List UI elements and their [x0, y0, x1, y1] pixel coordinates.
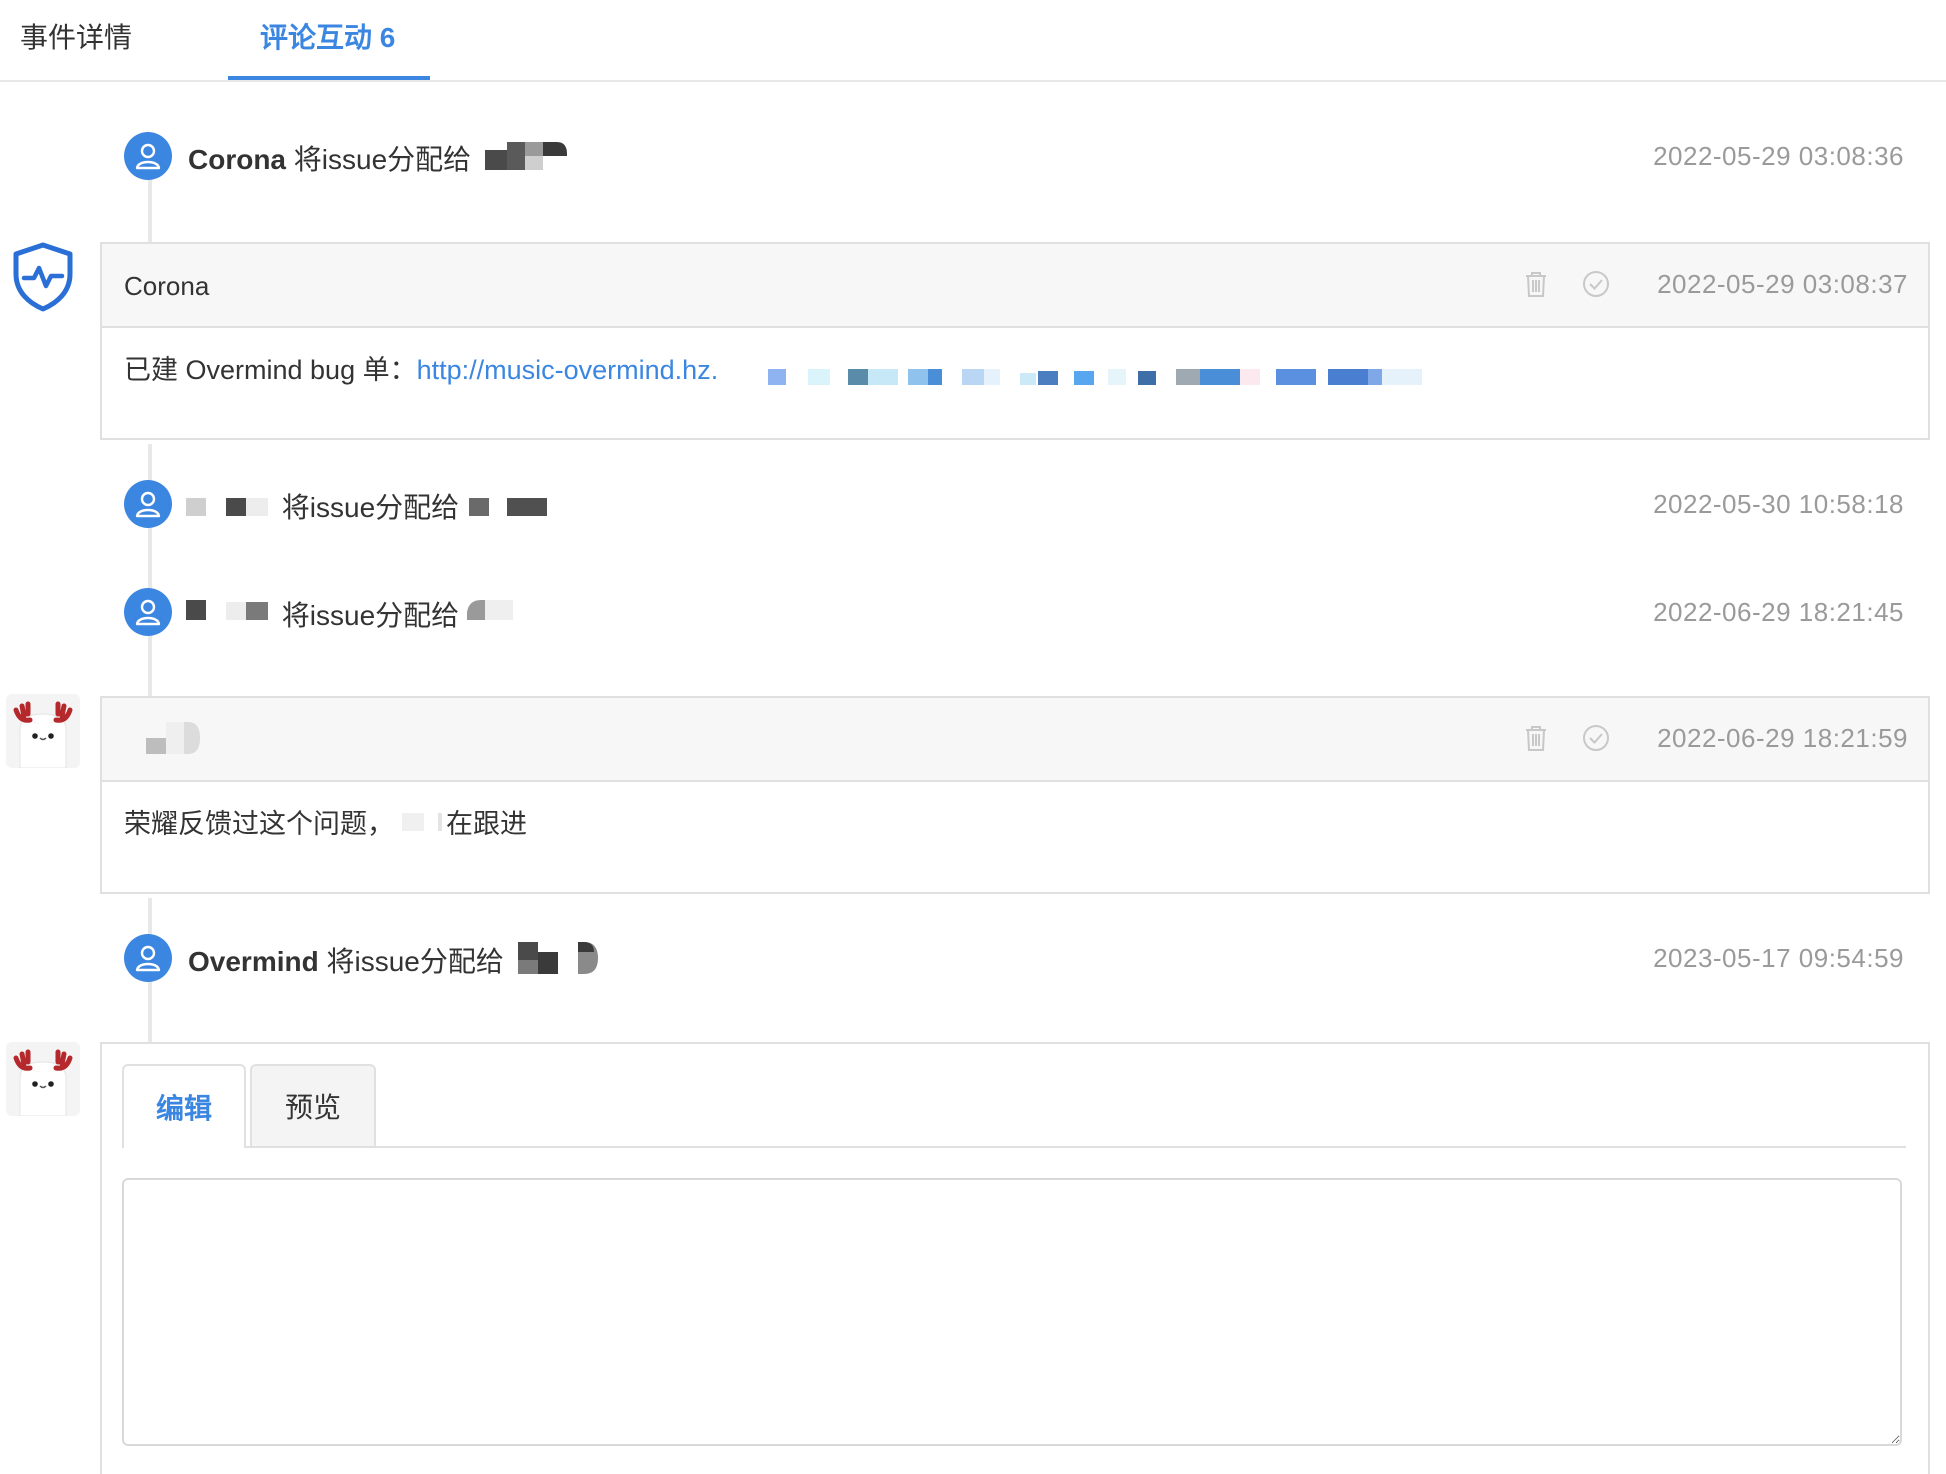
redacted-name [467, 484, 567, 535]
event-action: 将issue分配给 [281, 599, 460, 631]
tab-comments[interactable]: 评论互动 6 [260, 18, 395, 58]
event-timestamp: 2022-06-29 18:21:45 [1653, 597, 1904, 627]
tab-edit[interactable]: 编辑 [122, 1064, 246, 1148]
comment-header: 2022-06-29 18:21:59 [102, 698, 1928, 782]
trash-icon[interactable] [1520, 268, 1552, 300]
tab-event-details[interactable]: 事件详情 [20, 18, 132, 58]
comment-timestamp: 2022-06-29 18:21:59 [1657, 723, 1908, 753]
editor-tab-bar: 编辑 预览 [122, 1064, 1906, 1148]
event-text: 将issue分配给 [184, 592, 517, 643]
comment-text: 已建 Overmind bug 单： [124, 355, 417, 385]
event-timestamp: 2022-05-30 10:58:18 [1653, 489, 1904, 519]
event-action: 将issue分配给 [293, 143, 472, 175]
comment-body: 荣耀反馈过这个问题， 在跟进 [102, 782, 1928, 892]
event-timestamp: 2022-05-29 03:08:36 [1653, 141, 1904, 171]
event-timestamp: 2023-05-17 09:54:59 [1653, 943, 1904, 973]
redacted-name [517, 938, 602, 989]
moose-avatar-icon [6, 694, 80, 769]
active-tab-indicator [228, 76, 430, 80]
redacted-name [398, 805, 442, 846]
redacted-link-tail [768, 360, 1572, 385]
redacted-actor [184, 592, 274, 643]
comment-card: Corona 2022-05-29 03:08:37 已建 Overmind b… [100, 242, 1930, 440]
event-text: Corona 将issue分配给 [188, 136, 567, 187]
redacted-name [484, 136, 567, 187]
comment-editor: 编辑 预览 [100, 1042, 1930, 1474]
event-text: 将issue分配给 [184, 484, 567, 535]
shield-pulse-icon [6, 240, 80, 314]
redacted-actor [184, 484, 274, 535]
comment-card: 2022-06-29 18:21:59 荣耀反馈过这个问题， 在跟进 [100, 696, 1930, 894]
event-actor[interactable]: Overmind [188, 946, 319, 977]
check-circle-icon[interactable] [1580, 268, 1612, 300]
comment-text: 荣耀反馈过这个问题， [124, 809, 394, 839]
trash-icon[interactable] [1520, 722, 1552, 754]
comment-author[interactable]: Corona [124, 266, 209, 306]
user-icon [124, 480, 172, 528]
redacted-name [466, 592, 517, 643]
user-icon [124, 132, 172, 180]
event-action: 将issue分配给 [281, 491, 460, 523]
event-action: 将issue分配给 [326, 945, 504, 977]
comment-text-suffix: 在跟进 [446, 809, 527, 839]
event-text: Overmind 将issue分配给 [188, 938, 602, 989]
comment-header: Corona 2022-05-29 03:08:37 [102, 244, 1928, 328]
user-icon [124, 588, 172, 636]
overmind-bug-link[interactable]: http://music-overmind.hz. [417, 355, 719, 385]
check-circle-icon[interactable] [1580, 722, 1612, 754]
comment-timestamp: 2022-05-29 03:08:37 [1657, 269, 1908, 299]
tab-preview[interactable]: 预览 [250, 1064, 376, 1146]
redacted-author [146, 718, 206, 758]
user-icon [124, 934, 172, 982]
event-actor[interactable]: Corona [188, 144, 286, 175]
tab-bar: 事件详情 评论互动 6 [0, 0, 1946, 82]
comment-body: 已建 Overmind bug 单：http://music-overmind.… [102, 328, 1928, 438]
moose-avatar-icon [6, 1042, 80, 1117]
comment-textarea[interactable] [122, 1178, 1902, 1446]
